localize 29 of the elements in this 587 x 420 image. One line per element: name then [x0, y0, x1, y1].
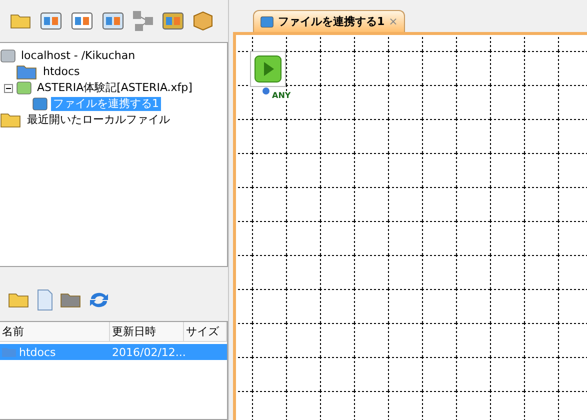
panel-icon[interactable] [39, 10, 63, 32]
column-header[interactable]: 更新日時 [110, 322, 184, 342]
tree-item[interactable]: 最近開いたローカルファイル [25, 113, 172, 127]
port-dot-icon[interactable] [262, 87, 270, 95]
toolbox-icon[interactable] [161, 10, 185, 32]
tree-item[interactable]: ASTERIA体験記[ASTERIA.xfp] [35, 81, 194, 95]
play-icon [254, 55, 282, 83]
editor-tab[interactable]: ファイルを連携する1 × [253, 10, 405, 32]
network-icon[interactable] [132, 10, 154, 32]
start-node[interactable] [250, 51, 286, 87]
flow-canvas[interactable]: ANY [233, 32, 587, 420]
tree-item[interactable]: htdocs [41, 65, 82, 79]
open-folder-icon[interactable] [10, 12, 32, 30]
column-header[interactable]: 名前 [0, 322, 110, 342]
folder-icon [2, 346, 16, 358]
column-header[interactable]: サイズ [184, 322, 227, 342]
new-file-icon[interactable] [36, 289, 54, 311]
folder-icon [0, 111, 22, 129]
open-folder-icon[interactable] [8, 291, 30, 309]
folder-icon [16, 63, 38, 81]
refresh-icon[interactable] [88, 290, 110, 310]
panel-icon[interactable] [101, 10, 125, 32]
collapse-toggle-icon[interactable] [4, 84, 13, 92]
table-cell: 2016/02/12... [112, 346, 186, 358]
package-icon[interactable] [192, 10, 214, 32]
port-label: ANY [272, 91, 291, 100]
tree-item[interactable]: localhost - /Kikuchan [19, 49, 138, 63]
folder-upload-icon[interactable] [60, 291, 82, 309]
table-cell: htdocs [19, 346, 56, 358]
